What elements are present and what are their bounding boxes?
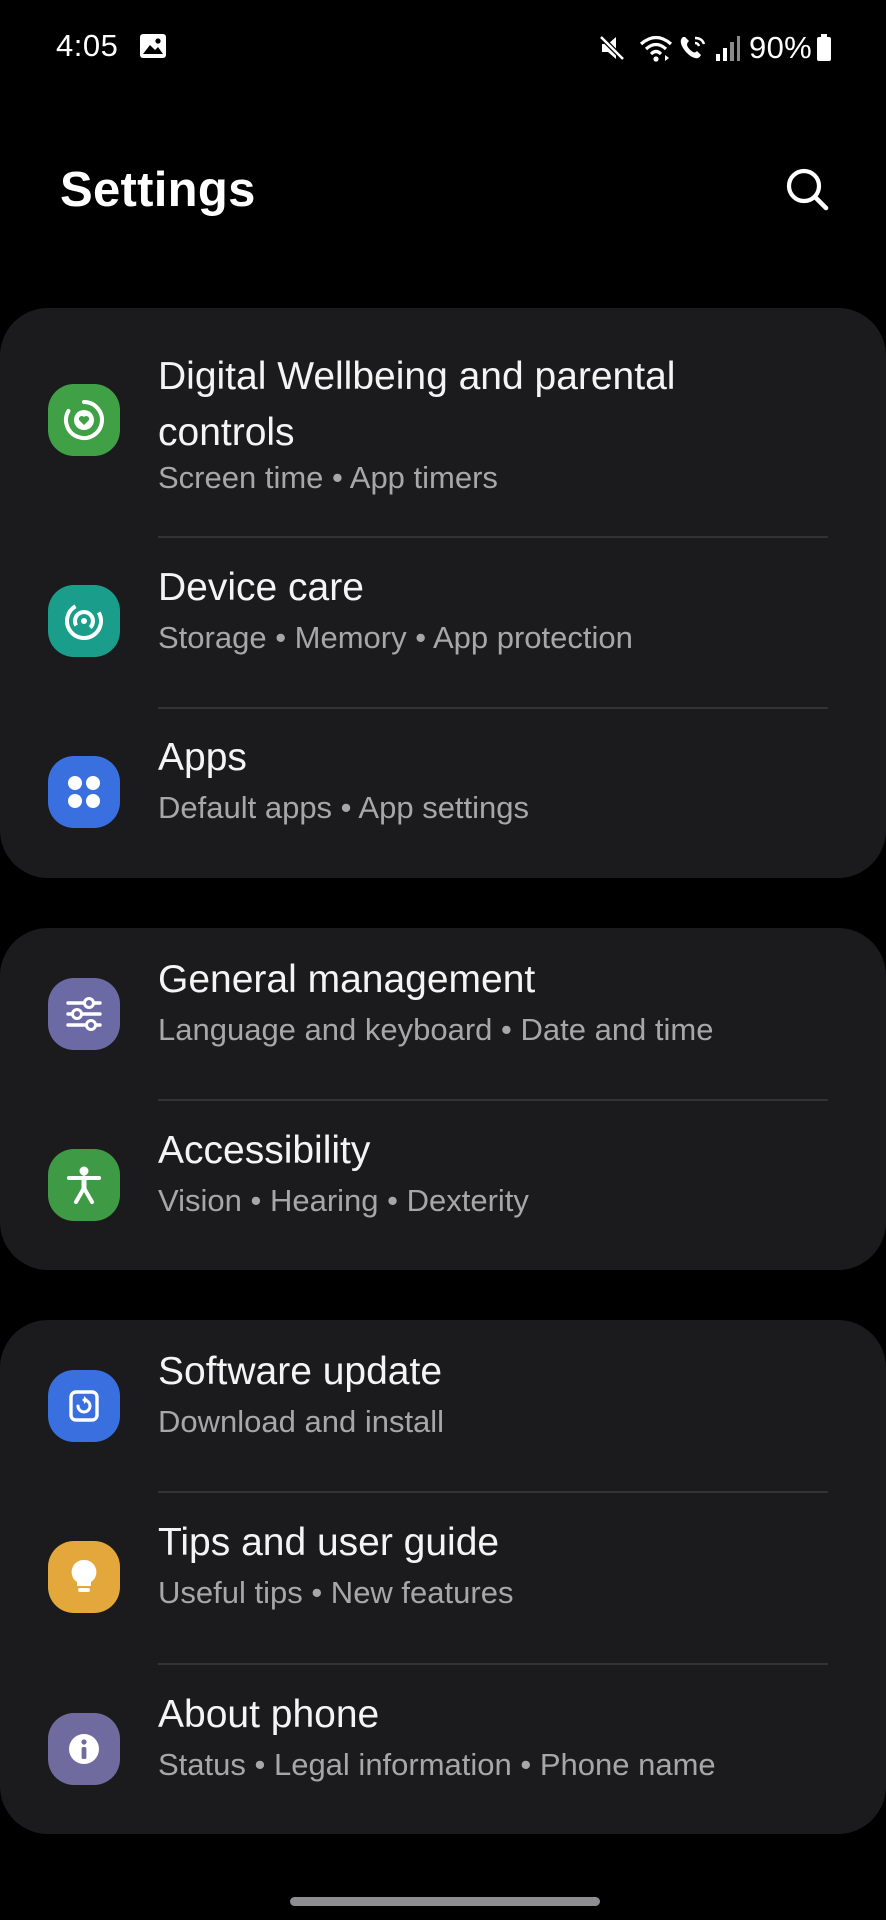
- status-time: 4:05: [56, 28, 119, 63]
- settings-item-title-continued: controls: [158, 411, 295, 454]
- settings-item-subtitle: Screen time • App timers: [158, 460, 498, 495]
- device-care-icon: [48, 585, 120, 657]
- status-icons: 90%: [597, 26, 832, 70]
- wifi-calling-icon: [677, 33, 709, 63]
- settings-group-3: Software update Download and install Tip…: [0, 1320, 886, 1834]
- settings-item-title: Accessibility: [158, 1129, 371, 1172]
- settings-item-title: Digital Wellbeing and parental: [158, 355, 676, 398]
- settings-item-subtitle: Download and install: [158, 1404, 445, 1439]
- settings-item-subtitle: Storage • Memory • App protection: [158, 620, 633, 655]
- settings-item-title: General management: [158, 958, 536, 1001]
- accessibility-icon: [48, 1149, 120, 1221]
- about-phone-icon: [48, 1713, 120, 1785]
- wifi-icon: [639, 33, 673, 63]
- settings-item-accessibility[interactable]: Accessibility Vision • Hearing • Dexteri…: [0, 1101, 886, 1270]
- settings-item-subtitle: Status • Legal information • Phone name: [158, 1747, 716, 1782]
- settings-item-subtitle: Vision • Hearing • Dexterity: [158, 1183, 529, 1218]
- apps-icon: [48, 756, 120, 828]
- page-title: Settings: [60, 163, 256, 217]
- tips-icon: [48, 1541, 120, 1613]
- signal-icon: [715, 33, 741, 63]
- settings-item-title: About phone: [158, 1693, 380, 1736]
- battery-icon: [816, 34, 832, 62]
- digital-wellbeing-icon: [48, 384, 120, 456]
- settings-group-1: Digital Wellbeing and parental controls …: [0, 308, 886, 878]
- gesture-navigation-handle[interactable]: [290, 1897, 600, 1906]
- settings-item-device-care[interactable]: Device care Storage • Memory • App prote…: [0, 538, 886, 708]
- settings-item-apps[interactable]: Apps Default apps • App settings: [0, 709, 886, 878]
- settings-item-about-phone[interactable]: About phone Status • Legal information •…: [0, 1665, 886, 1834]
- settings-item-general-management[interactable]: General management Language and keyboard…: [0, 928, 886, 1099]
- settings-item-title: Device care: [158, 566, 364, 609]
- gallery-notification-icon: [140, 34, 166, 58]
- mute-icon: [597, 33, 627, 63]
- search-icon: [786, 168, 829, 211]
- settings-item-title: Apps: [158, 736, 247, 779]
- settings-item-title: Tips and user guide: [158, 1521, 500, 1564]
- software-update-icon: [48, 1370, 120, 1442]
- settings-item-tips-and-user-guide[interactable]: Tips and user guide Useful tips • New fe…: [0, 1493, 886, 1663]
- settings-item-digital-wellbeing[interactable]: Digital Wellbeing and parental controls …: [0, 308, 886, 536]
- settings-item-subtitle: Default apps • App settings: [158, 790, 530, 825]
- search-button[interactable]: [780, 162, 836, 218]
- battery-percent: 90%: [749, 30, 812, 65]
- settings-group-2: General management Language and keyboard…: [0, 928, 886, 1270]
- settings-item-title: Software update: [158, 1350, 443, 1393]
- settings-item-software-update[interactable]: Software update Download and install: [0, 1320, 886, 1491]
- settings-item-subtitle: Language and keyboard • Date and time: [158, 1012, 714, 1047]
- status-bar: 4:05 90%: [0, 0, 886, 96]
- settings-item-subtitle: Useful tips • New features: [158, 1575, 514, 1610]
- general-management-icon: [48, 978, 120, 1050]
